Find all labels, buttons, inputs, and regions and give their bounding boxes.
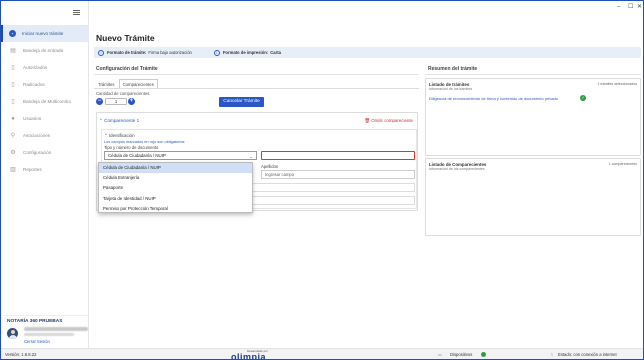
plus-circle-icon: + xyxy=(9,30,16,37)
comparecientes-list-card: Listado de Comparecientes Información de… xyxy=(425,158,641,236)
comparecientes-count-badge: 1 comparecientes xyxy=(608,162,637,166)
version-label: Versión: 1.6.8.22 xyxy=(5,352,37,357)
menu-toggle-icon[interactable] xyxy=(73,10,80,15)
compareciente-header[interactable]: ⌃ Compareciente 1 xyxy=(99,118,139,124)
document-icon: ▯ xyxy=(11,82,15,88)
print-icon: i xyxy=(213,49,220,56)
sidebar-item-asociaciones[interactable]: ⚲ Asociaciones xyxy=(1,127,89,144)
document-icon: ▯ xyxy=(11,65,15,71)
tramite-list-item[interactable]: Diligencia de reconocimiento de firma y … xyxy=(429,96,558,101)
tab-divider xyxy=(94,88,419,89)
doc-type-dropdown: Cédula de Ciudadanía / NUIP Cédula Extra… xyxy=(98,162,253,213)
format-info-bar: i Formato de trámite: Firma bajo autoriz… xyxy=(94,47,641,58)
dropdown-option[interactable]: Tarjeta de Identidad / NUIP xyxy=(99,194,252,204)
dropdown-option[interactable]: Permiso por Protección Temporal xyxy=(99,204,252,214)
olimpia-logo: olimpia xyxy=(231,352,267,359)
sidebar-item-label: Configuración xyxy=(23,150,52,155)
info-icon: i xyxy=(98,49,104,56)
print-format-value: Carta xyxy=(270,50,281,55)
format-label: Formato de trámite: xyxy=(107,50,147,55)
minimize-button[interactable]: – xyxy=(617,4,620,10)
sidebar-item-label: Bandeja de Multicombo xyxy=(23,99,72,104)
doc-type-value: Cédula de Ciudadanía / NUIP xyxy=(108,153,166,158)
sidebar-item-autorizados[interactable]: ▯ Autorizados xyxy=(1,59,89,76)
logout-link[interactable]: Cerrar Sesión xyxy=(24,339,50,344)
wifi-icon: ⌇ xyxy=(551,352,554,357)
quantity-label: Cantidad de comparecientes xyxy=(96,91,150,96)
user-email-redacted xyxy=(24,333,74,336)
sidebar-item-usuarios[interactable]: ● Usuarios xyxy=(1,110,89,127)
dropdown-option[interactable]: Cédula de Ciudadanía / NUIP xyxy=(99,163,252,174)
inbox-icon: ▤ xyxy=(10,48,16,54)
close-button[interactable]: ✕ xyxy=(637,4,642,10)
surnames-label: Apellidos xyxy=(261,164,278,169)
print-format-label: Formato de impresión: xyxy=(222,50,269,55)
tab-bar: Trámites Comparecientes xyxy=(94,79,158,88)
doc-type-select[interactable]: Cédula de Ciudadanía / NUIP ⌄ xyxy=(104,151,257,160)
user-name-redacted xyxy=(24,327,88,331)
document-icon: ▯ xyxy=(11,99,15,105)
check-icon: ✓ xyxy=(580,95,586,101)
page-title: Nuevo Trámite xyxy=(96,33,155,43)
devices-status-icon xyxy=(481,352,486,357)
compareciente-title: Compareciente 1 xyxy=(104,118,140,123)
sidebar-item-reportes[interactable]: ▥ Reportes xyxy=(1,161,89,178)
sidebar-item-label: Autorizados xyxy=(23,65,48,70)
link-icon: ⚲ xyxy=(10,133,16,139)
monitor-icon: ▭ xyxy=(438,352,442,357)
tramites-list-card: Listado de trámites Información de los t… xyxy=(425,78,641,156)
quantity-stepper[interactable]: 1 xyxy=(105,98,127,105)
chevron-down-icon: ⌄ xyxy=(249,154,253,159)
notary-name: NOTARÍA 360 PRUEBAS xyxy=(7,319,63,324)
identification-title: Identificación xyxy=(108,133,135,138)
gear-icon: ⚙ xyxy=(10,150,16,156)
sidebar-item-label: Bandeja de entrada xyxy=(23,48,64,53)
dropdown-option[interactable]: Pasaporte xyxy=(99,183,252,193)
omit-label: Omitir compareciente xyxy=(371,118,413,123)
connection-status: Estado: con conexión a internet xyxy=(558,352,617,357)
config-title: Configuración del Trámite xyxy=(96,66,158,72)
cancel-tramite-button[interactable]: Cancelar Trámite xyxy=(219,97,264,107)
sidebar-nav: + Iniciar nuevo trámite ▤ Bandeja de ent… xyxy=(1,25,89,178)
user-panel: NOTARÍA 360 PRUEBAS Cerrar Sesión xyxy=(4,315,88,346)
dropdown-option[interactable]: Cédula Extranjería xyxy=(99,173,252,183)
sidebar-item-configuracion[interactable]: ⚙ Configuración xyxy=(1,144,89,161)
tab-comparecientes[interactable]: Comparecientes xyxy=(118,79,158,88)
sidebar: + Iniciar nuevo trámite ▤ Bandeja de ent… xyxy=(1,1,89,348)
avatar xyxy=(7,328,18,339)
tramites-list-subtitle: Información de los trámites xyxy=(429,87,473,91)
status-bar: Versión: 1.6.8.22 Desarrollado por olimp… xyxy=(1,348,643,359)
sidebar-item-bandeja-entrada[interactable]: ▤ Bandeja de entrada xyxy=(1,42,89,59)
doc-type-label: Tipo y número de documento xyxy=(104,145,159,150)
sidebar-item-label: Reportes xyxy=(23,167,42,172)
summary-title: Resumen del trámite xyxy=(428,66,478,72)
chart-icon: ▥ xyxy=(10,167,16,173)
omit-compareciente-button[interactable]: 🗑 Omitir compareciente xyxy=(364,118,413,124)
surnames-input[interactable]: Ingresar campo xyxy=(261,170,415,179)
comparecientes-list-subtitle: Información de los comparecientes xyxy=(429,167,485,171)
sidebar-item-label: Usuarios xyxy=(23,116,42,121)
tab-tramites[interactable]: Trámites xyxy=(94,79,119,88)
sidebar-item-nuevo-tramite[interactable]: + Iniciar nuevo trámite xyxy=(1,25,89,42)
doc-number-input[interactable] xyxy=(261,151,415,160)
summary-pane: Listado de trámites Información de los t… xyxy=(425,74,641,336)
sidebar-item-label: Asociaciones xyxy=(23,133,51,138)
maximize-button[interactable]: ☐ xyxy=(628,4,633,10)
sidebar-item-label: Iniciar nuevo trámite xyxy=(22,31,64,36)
sidebar-item-radicados[interactable]: ▯ Radicados xyxy=(1,76,89,93)
user-icon: ● xyxy=(11,115,15,122)
sidebar-item-label: Radicados xyxy=(23,82,45,87)
sidebar-item-multicombo[interactable]: ▯ Bandeja de Multicombo xyxy=(1,93,89,110)
app-window: – ☐ ✕ + Iniciar nuevo trámite ▤ Bandeja … xyxy=(1,1,643,359)
format-value: Firma bajo autorización xyxy=(148,50,192,55)
title-bar: – ☐ ✕ xyxy=(1,1,643,15)
decrement-button[interactable]: − xyxy=(96,98,103,105)
devices-label[interactable]: Dispositivos xyxy=(450,352,472,357)
required-note: Los campos marcados en rojo son obligato… xyxy=(104,139,185,144)
increment-button[interactable]: + xyxy=(128,98,135,105)
tramites-count-badge: 1 trámites seleccionados xyxy=(597,82,637,86)
